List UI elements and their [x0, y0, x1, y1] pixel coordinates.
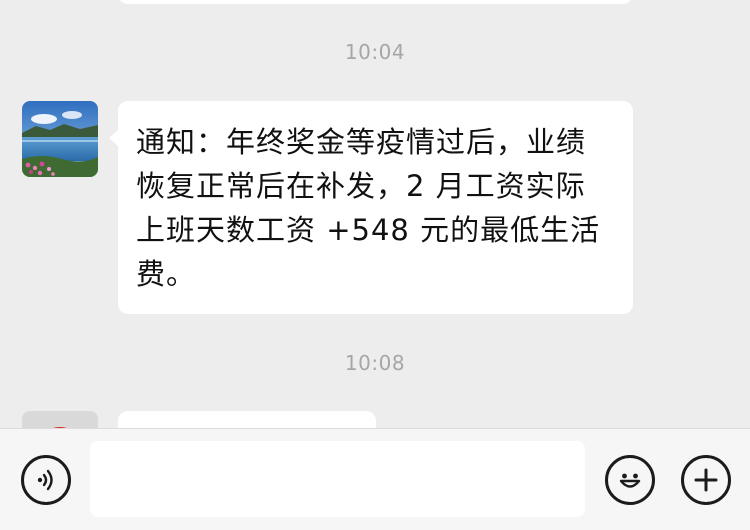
plus-icon: [694, 468, 718, 492]
voice-icon: [37, 469, 53, 491]
timestamp: 10:08: [344, 351, 406, 375]
bubble-tail: [109, 129, 119, 147]
timestamp: 10:04: [344, 40, 406, 64]
message-text[interactable]: 通知：年终奖金等疫情过后，业绩恢复正常后在补发，2 月工资实际上班天数工资 +5…: [118, 101, 633, 314]
landscape-lake-avatar-image: [22, 101, 98, 177]
emoji-icon: [619, 473, 641, 488]
emoji-button[interactable]: [605, 455, 655, 505]
red-avatar-image: [22, 411, 98, 428]
sender-avatar[interactable]: [22, 411, 98, 428]
message-input[interactable]: [90, 441, 585, 517]
sender-avatar[interactable]: [22, 101, 98, 177]
voice-button[interactable]: [21, 455, 71, 505]
chat-input-bar: [0, 428, 750, 530]
chat-message-list[interactable]: 10:04 通知：年终奖金等疫情过后，业绩恢复正常后在补发，2 月工资实际上班天…: [0, 0, 750, 428]
more-button[interactable]: [681, 455, 731, 505]
message-bubble[interactable]: [118, 411, 376, 428]
previous-message-bubble[interactable]: [118, 0, 633, 4]
message-bubble[interactable]: 通知：年终奖金等疫情过后，业绩恢复正常后在补发，2 月工资实际上班天数工资 +5…: [109, 101, 633, 314]
